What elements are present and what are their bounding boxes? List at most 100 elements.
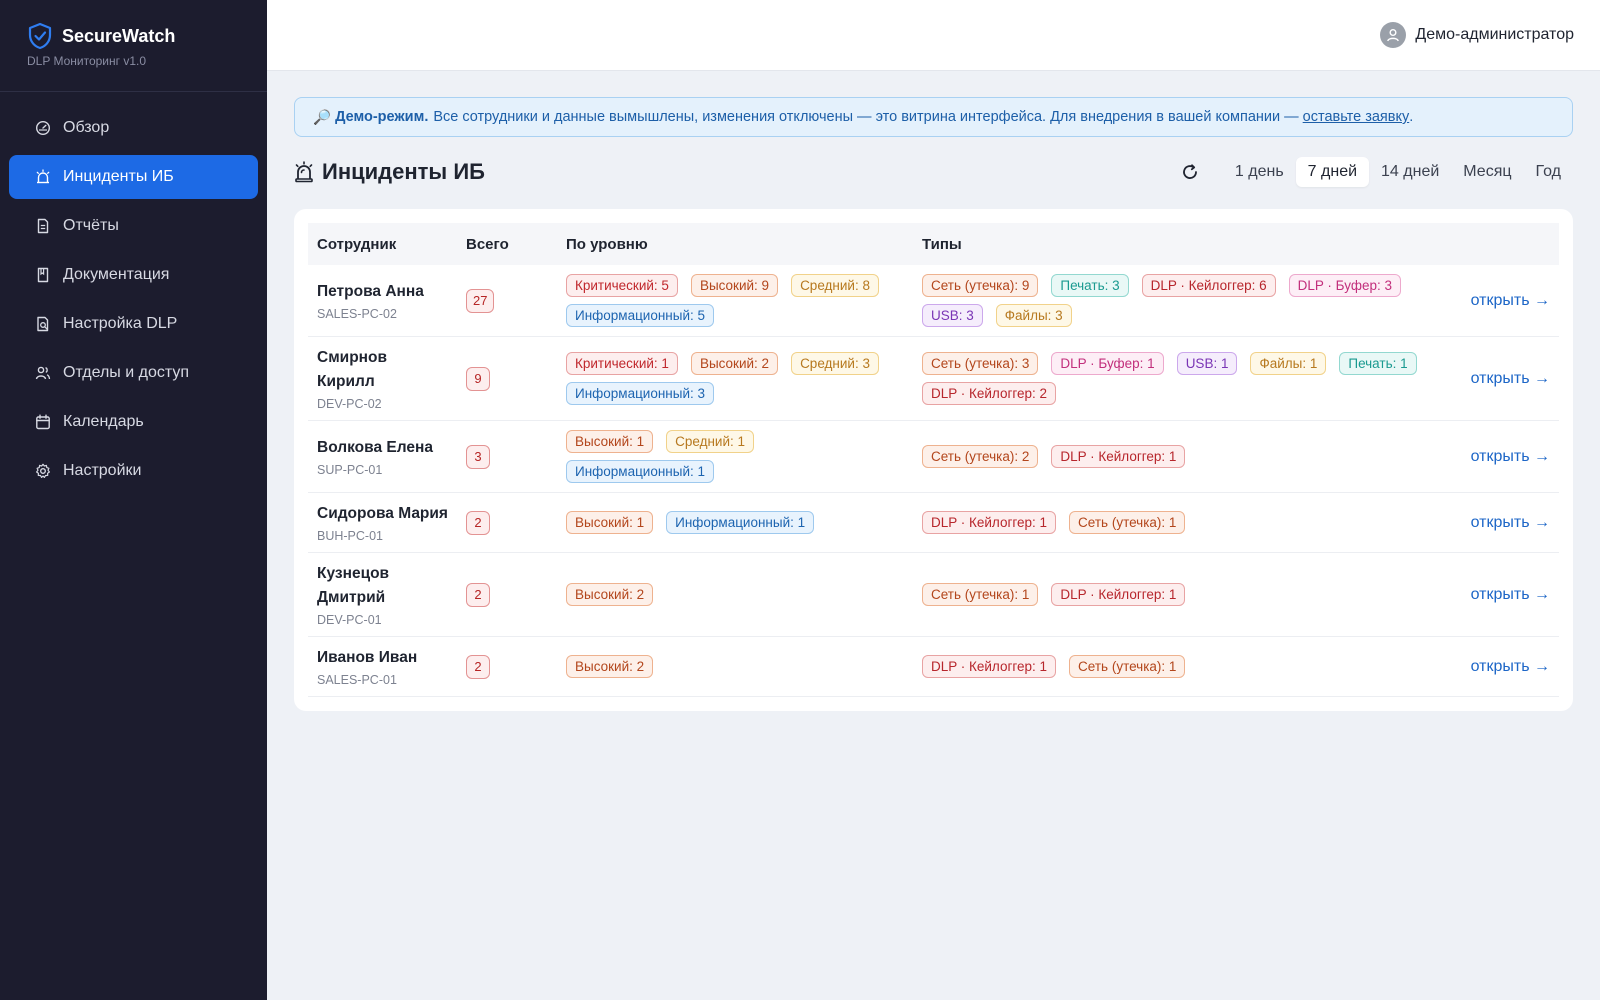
sidebar-item-3[interactable]: Документация: [9, 253, 258, 297]
alarm-icon: [294, 161, 314, 183]
period-selector: 1 день 7 дней 14 дней Месяц Год: [1175, 157, 1573, 187]
action-cell: открыть →: [1451, 420, 1559, 493]
types-cell: Сеть (утечка): 1 DLP · Кейлоггер: 1: [913, 552, 1451, 637]
total-badge: 3: [466, 444, 490, 469]
level-chip: Критический: 5: [566, 274, 678, 297]
open-link[interactable]: открыть →: [1460, 448, 1550, 466]
level-chip: Информационный: 3: [566, 382, 715, 405]
user-name: Демо-администратор: [1415, 26, 1574, 43]
sidebar-item-7[interactable]: Настройки: [9, 449, 258, 493]
total-badge: 2: [466, 582, 490, 607]
gear-icon: [35, 463, 51, 479]
users-icon: [35, 365, 51, 381]
employee-host: BUH-PC-01: [317, 529, 383, 543]
sidebar-nav: Обзор Инциденты ИБ Отчёты Документация Настр…: [0, 92, 267, 493]
sidebar: SecureWatch DLP Мониторинг v1.0 Обзор Инц…: [0, 0, 267, 1000]
banner-bold: Демо-режим.: [335, 109, 429, 125]
total-cell: 2: [457, 492, 557, 553]
sidebar-item-label: Инциденты ИБ: [63, 168, 174, 185]
user-icon: [1387, 29, 1400, 42]
employee-name: Кузнецов Дмитрий: [317, 565, 390, 606]
type-chips: DLP · Кейлоггер: 1 Сеть (утечка): 1: [922, 655, 1442, 678]
level-chip: Средний: 3: [791, 352, 879, 375]
type-chip: DLP · Кейлоггер: 1: [922, 511, 1057, 534]
employee-cell: Смирнов Кирилл DEV-PC-02: [308, 336, 457, 421]
col-total[interactable]: Всего: [457, 223, 557, 265]
calendar-icon: [35, 414, 51, 430]
levels-cell: Высокий: 1 Средний: 1 Информационный: 1: [557, 420, 913, 493]
level-chip: Высокий: 2: [566, 655, 654, 678]
type-chip: Сеть (утечка): 1: [1069, 655, 1186, 678]
employee-cell: Кузнецов Дмитрий DEV-PC-01: [308, 552, 457, 637]
brand: SecureWatch DLP Мониторинг v1.0: [0, 0, 267, 92]
type-chip: Печать: 3: [1051, 274, 1129, 297]
employee-cell: Волкова Елена SUP-PC-01: [308, 420, 457, 493]
table-row: Иванов Иван SALES-PC-01 2 Высокий: 2 DLP · К…: [308, 636, 1559, 697]
dashboard-icon: [35, 120, 51, 136]
type-chip: DLP · Кейлоггер: 6: [1141, 274, 1276, 297]
report-icon: [35, 218, 51, 234]
type-chip: Сеть (утечка): 9: [922, 274, 1039, 297]
banner-text: Все сотрудники и данные вымышлены, измен…: [433, 109, 1299, 125]
sidebar-item-1[interactable]: Инциденты ИБ: [9, 155, 258, 199]
table-row: Кузнецов Дмитрий DEV-PC-01 2 Высокий: 2 Сеть…: [308, 552, 1559, 637]
type-chip: DLP · Кейлоггер: 2: [922, 382, 1057, 405]
type-chip: Печать: 1: [1339, 352, 1417, 375]
level-chips: Высокий: 2: [566, 583, 904, 606]
level-chips: Высокий: 1 Информационный: 1: [566, 511, 904, 534]
types-cell: DLP · Кейлоггер: 1 Сеть (утечка): 1: [913, 492, 1451, 553]
employee-host: SALES-PC-01: [317, 673, 397, 687]
sidebar-item-4[interactable]: Настройка DLP: [9, 302, 258, 346]
sidebar-item-label: Отделы и доступ: [63, 364, 190, 381]
shield-icon: [27, 22, 53, 50]
level-chip: Критический: 1: [566, 352, 678, 375]
sidebar-item-label: Настройка DLP: [63, 315, 178, 332]
sidebar-item-label: Отчёты: [63, 217, 119, 234]
employee-name: Сидорова Мария: [317, 505, 448, 522]
type-chip: DLP · Буфер: 3: [1288, 274, 1401, 297]
brand-name: SecureWatch: [62, 25, 176, 46]
user-menu[interactable]: Демо-администратор: [1380, 22, 1574, 48]
open-link[interactable]: открыть →: [1460, 658, 1550, 676]
employee-name: Иванов Иван: [317, 649, 418, 666]
level-chip: Информационный: 5: [566, 304, 715, 327]
sidebar-item-0[interactable]: Обзор: [9, 106, 258, 150]
level-chip: Высокий: 1: [566, 430, 654, 453]
levels-cell: Критический: 5 Высокий: 9 Средний: 8 Информ…: [557, 265, 913, 337]
total-cell: 2: [457, 552, 557, 637]
open-link[interactable]: открыть →: [1460, 586, 1550, 604]
sidebar-item-5[interactable]: Отделы и доступ: [9, 351, 258, 395]
employee-name: Петрова Анна: [317, 283, 424, 300]
open-link[interactable]: открыть →: [1460, 370, 1550, 388]
sidebar-item-6[interactable]: Календарь: [9, 400, 258, 444]
type-chip: USB: 1: [1176, 352, 1238, 375]
level-chip: Высокий: 1: [566, 511, 654, 534]
refresh-icon[interactable]: [1175, 157, 1205, 187]
type-chips: Сеть (утечка): 3 DLP · Буфер: 1 USB: 1 Файл…: [922, 352, 1442, 405]
open-link[interactable]: открыть →: [1460, 514, 1550, 532]
total-badge: 2: [466, 510, 490, 535]
open-link[interactable]: открыть →: [1460, 292, 1550, 310]
col-employee[interactable]: Сотрудник: [308, 223, 457, 265]
book-icon: [35, 267, 51, 283]
period-2[interactable]: 14 дней: [1369, 157, 1451, 187]
table-row: Сидорова Мария BUH-PC-01 2 Высокий: 1 Информ…: [308, 492, 1559, 553]
type-chips: Сеть (утечка): 9 Печать: 3 DLP · Кейлоггер…: [922, 274, 1442, 327]
period-3[interactable]: Месяц: [1451, 157, 1523, 187]
levels-cell: Высокий: 1 Информационный: 1: [557, 492, 913, 553]
sidebar-item-2[interactable]: Отчёты: [9, 204, 258, 248]
level-chip: Информационный: 1: [666, 511, 815, 534]
sidebar-item-label: Обзор: [63, 119, 110, 136]
total-cell: 27: [457, 265, 557, 337]
employee-cell: Иванов Иван SALES-PC-01: [308, 636, 457, 697]
period-1[interactable]: 7 дней: [1295, 157, 1370, 187]
banner-suffix: .: [1409, 109, 1414, 125]
request-link[interactable]: оставьте заявку: [1303, 109, 1410, 125]
period-4[interactable]: Год: [1524, 157, 1573, 187]
level-chip: Информационный: 1: [566, 460, 715, 483]
type-chips: DLP · Кейлоггер: 1 Сеть (утечка): 1: [922, 511, 1442, 534]
table-header-row: Сотрудник Всего По уровню Типы: [308, 223, 1559, 265]
period-0[interactable]: 1 день: [1223, 157, 1296, 187]
type-chip: Файлы: 3: [995, 304, 1072, 327]
total-badge: 2: [466, 654, 490, 679]
